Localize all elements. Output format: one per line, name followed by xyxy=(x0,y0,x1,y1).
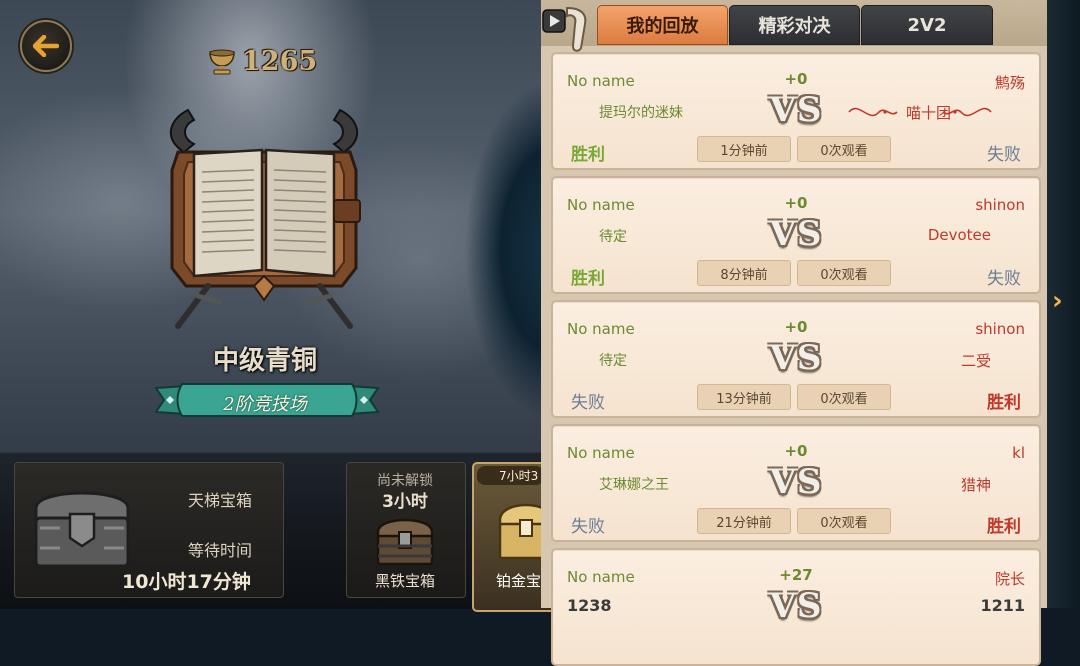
platinum-chest-name: 铂金宝 xyxy=(496,572,542,590)
iron-chest-icon xyxy=(376,518,434,566)
player-right-team: 喵十团 xyxy=(905,104,951,122)
time-ago: 1分钟前 xyxy=(697,136,791,162)
back-button[interactable] xyxy=(20,20,72,72)
wait-time-value: 10小时17分钟 xyxy=(122,571,251,593)
right-result: 失败 xyxy=(987,145,1021,165)
trophy-change: +0 xyxy=(784,442,808,460)
right-result: 失败 xyxy=(987,269,1021,289)
rank-book-emblem xyxy=(169,108,361,329)
player-right-name: shinon xyxy=(975,320,1025,338)
trophy-change: +27 xyxy=(779,566,813,584)
right-result: 胜利 xyxy=(987,517,1021,537)
left-level: 1238 xyxy=(567,596,612,615)
right-result: 胜利 xyxy=(987,393,1021,413)
time-ago: 8分钟前 xyxy=(697,260,791,286)
left-result: 胜利 xyxy=(571,269,605,289)
replay-card[interactable]: No name 待定 +0 VS shinon 二受 失败 13分钟前 0次观看… xyxy=(551,300,1041,418)
time-ago: 13分钟前 xyxy=(697,384,791,410)
arena-label: 2阶竞技场 xyxy=(223,394,307,415)
trophy-change: +0 xyxy=(784,194,808,212)
view-count: 0次观看 xyxy=(797,260,891,286)
player-right-name: 院长 xyxy=(994,570,1025,588)
time-ago: 21分钟前 xyxy=(697,508,791,534)
wait-time-label: 等待时间 xyxy=(188,541,253,560)
player-right-team: 二受 xyxy=(960,352,991,370)
replay-card[interactable]: No name 待定 +0 VS shinon Devotee 胜利 8分钟前 … xyxy=(551,176,1041,294)
replay-card[interactable]: No name 提玛尔的迷妹 +0 VS 鹪殇 喵十团 胜利 1分钟前 0次观看… xyxy=(551,52,1041,170)
right-level: 1211 xyxy=(980,596,1025,615)
trophy-change: +0 xyxy=(784,70,808,88)
rank-title: 中级青铜 xyxy=(212,346,317,376)
tab-highlights[interactable]: 精彩对决 xyxy=(729,5,860,45)
trophy-change: +0 xyxy=(784,318,808,336)
replay-card[interactable]: No name +27 VS 院长 1238 1211 xyxy=(551,548,1041,666)
player-right-team: Devotee xyxy=(927,226,991,244)
player-right-name: kl xyxy=(1012,444,1025,462)
player-right-team: 猎神 xyxy=(960,476,991,494)
view-count: 0次观看 xyxy=(797,136,891,162)
view-count: 0次观看 xyxy=(797,384,891,410)
tab-2v2[interactable]: 2V2 xyxy=(861,5,993,45)
iron-chest-name: 黑铁宝箱 xyxy=(374,572,435,590)
iron-chest-time: 3小时 xyxy=(382,492,428,512)
platinum-chest-time: 7小时3 xyxy=(477,466,545,485)
trophy-icon xyxy=(209,49,235,75)
scroll-play-icon[interactable] xyxy=(541,4,591,52)
chevron-right-icon[interactable]: › xyxy=(1052,286,1063,316)
ladder-chest-icon xyxy=(34,491,130,568)
vs-label: VS xyxy=(769,586,823,626)
left-result: 失败 xyxy=(571,517,605,537)
replay-card[interactable]: No name 艾琳娜之王 +0 VS kl 猎神 失败 21分钟前 0次观看 … xyxy=(551,424,1041,542)
arrow-left-icon xyxy=(33,35,59,57)
left-result: 胜利 xyxy=(571,145,605,165)
left-result: 失败 xyxy=(571,393,605,413)
view-count: 0次观看 xyxy=(797,508,891,534)
player-right-name: shinon xyxy=(975,196,1025,214)
ladder-chest-name: 天梯宝箱 xyxy=(188,491,253,510)
trophy-count: 1265 xyxy=(242,46,318,77)
player-right-name: 鹪殇 xyxy=(994,74,1025,92)
tab-my-replays[interactable]: 我的回放 xyxy=(597,5,728,45)
